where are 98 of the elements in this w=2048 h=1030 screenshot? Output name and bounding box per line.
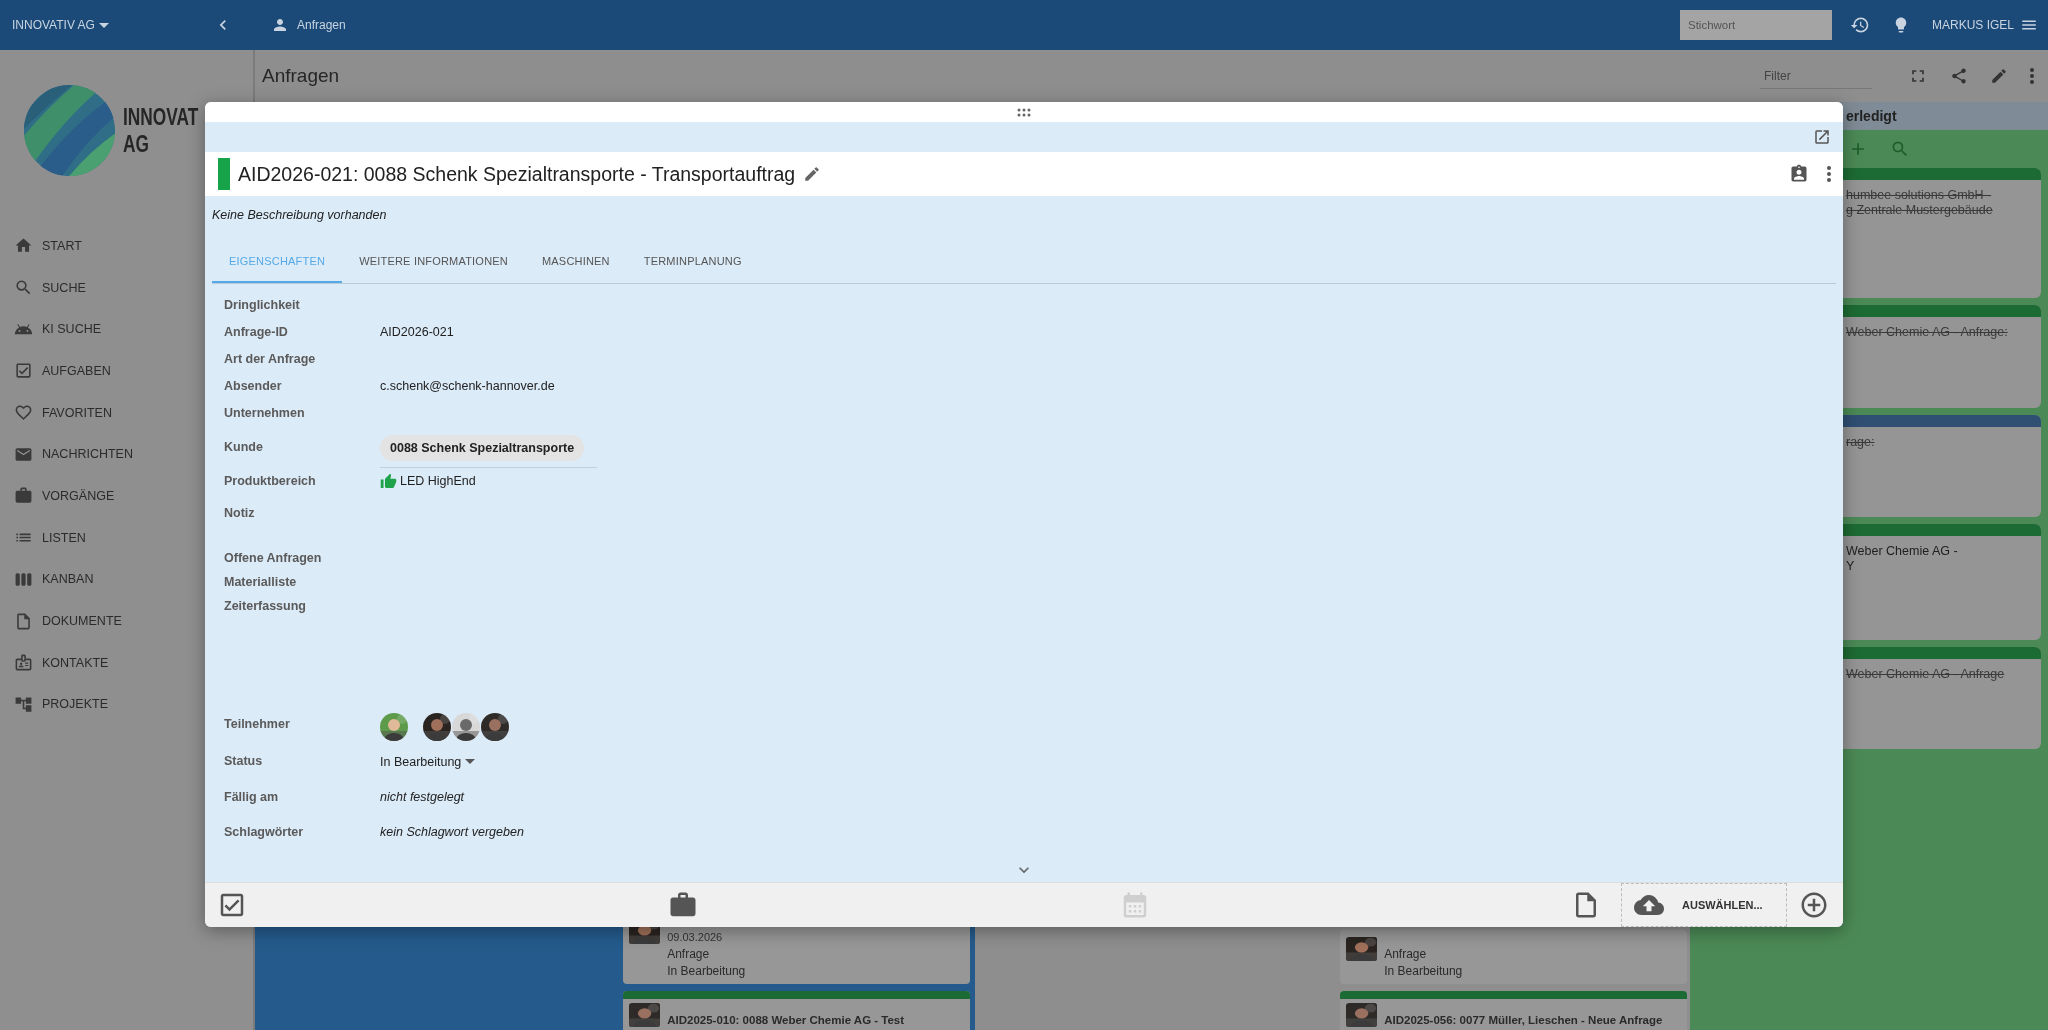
contact-clipboard-icon [1789, 164, 1809, 184]
field-label: Notiz [224, 505, 256, 522]
field-label: Teilnehmer [224, 716, 291, 733]
search-icon [1890, 139, 1910, 159]
nav-label: LISTEN [42, 530, 86, 545]
card-title: humbee solutions GmbH - [1846, 188, 1993, 203]
field-label: Produktbereich [224, 473, 317, 490]
search-field[interactable]: Stichwort [1679, 10, 1832, 40]
more-icon [2030, 68, 2034, 84]
open-new-window-button[interactable] [1813, 128, 1831, 146]
column-title: erledigt [1846, 108, 1897, 124]
contact-button[interactable] [1789, 164, 1809, 184]
kanban-card[interactable]: AID2025-056: 0077 Müller, Lieschen - Neue Anfrage [1340, 991, 1687, 1030]
caret-icon [465, 759, 476, 764]
external-link-icon [1813, 128, 1831, 146]
person-icon [271, 16, 289, 34]
nav-label: NACHRICHTEN [42, 447, 133, 462]
card-text: Anfrage [1384, 946, 1428, 963]
field-label: Dringlichkeit [224, 297, 301, 314]
card-text: 09.03.2026 [667, 930, 724, 945]
checkbox-icon [14, 361, 33, 381]
drag-handle-icon[interactable] [1017, 107, 1031, 117]
more-icon [1827, 166, 1831, 182]
field-label: Anfrage-ID [224, 324, 289, 341]
field-label: Offene Anfragen [224, 550, 323, 567]
field-value: LED HighEnd [400, 474, 476, 488]
nav-label: DOKUMENTE [42, 614, 122, 629]
field-label: Fällig am [224, 789, 280, 806]
nav-label: KANBAN [42, 572, 94, 587]
field-label: Absender [224, 378, 283, 395]
field-value: kein Schlagwort vergeben [380, 824, 524, 841]
card-text: In Bearbeitung [667, 963, 746, 980]
field-label: Kunde [224, 439, 264, 456]
card-title: Weber Chemie AG - Anfrage: [1846, 325, 2009, 340]
pencil-icon [1990, 67, 2008, 85]
tab[interactable]: WEITERE INFORMATIONEN [342, 240, 525, 283]
card-text: In Bearbeitung [1384, 963, 1463, 980]
status-select[interactable]: In Bearbeitung [380, 748, 476, 775]
field-label: Zeiterfassung [224, 598, 307, 615]
nav-label: VORGÄNGE [42, 488, 115, 503]
field-label: Materialliste [224, 574, 298, 591]
logo-icon [22, 82, 117, 178]
logo-text: AG [123, 130, 149, 157]
heart-icon [14, 403, 33, 423]
field-label: Art der Anfrage [224, 351, 317, 368]
field-value: nicht festgelegt [380, 789, 465, 806]
id-card-icon [14, 653, 33, 673]
card-title: AID2025-056: 0077 Müller, Lieschen - Neue Anfrage [1384, 1013, 1663, 1028]
card-title: Weber Chemie AG - [1846, 544, 1959, 559]
choose-file-button[interactable]: AUSWÄHLEN... [1682, 899, 1763, 911]
nav-label: FAVORITEN [42, 405, 112, 420]
more-button[interactable] [2030, 68, 2034, 84]
tree-icon [14, 694, 33, 714]
logo-text: INNOVAT [123, 103, 199, 130]
dialog-title: AID2026-021: 0088 Schenk Spezialtransporte - Transportauftrag [238, 162, 796, 186]
share-button[interactable] [1950, 67, 1968, 85]
edit-button[interactable] [1990, 67, 2008, 85]
kanban-card[interactable]: AID2025-010: 0088 Weber Chemie AG - Test [623, 991, 970, 1030]
company-switcher[interactable]: INNOVATIV AG [12, 18, 109, 32]
document-icon [14, 611, 33, 631]
nav-label: SUCHE [42, 280, 86, 295]
nav-label: AUFGABEN [42, 363, 111, 378]
nav-label: KONTAKTE [42, 655, 109, 670]
card-text: Anfrage [667, 946, 711, 963]
nav-item[interactable]: KONTAKTE [0, 641, 253, 684]
field-label: Unternehmen [224, 405, 306, 422]
card-title: rage: [1846, 435, 1876, 450]
nav-label: PROJEKTE [42, 697, 108, 712]
add-button[interactable] [1799, 890, 1829, 920]
briefcase-icon [14, 486, 33, 506]
user-menu[interactable]: MARKUS IGEL [1931, 16, 2038, 34]
nav-label: START [42, 238, 82, 253]
caret-icon [98, 22, 109, 28]
edit-button[interactable] [803, 165, 822, 183]
page-title: Anfragen [262, 65, 341, 87]
history-icon [1849, 15, 1870, 35]
description: Keine Beschreibung vorhanden [212, 207, 388, 224]
field-label: Status [224, 753, 264, 770]
pencil-icon [803, 165, 822, 183]
thumbs-up-icon [380, 472, 397, 490]
field-value: c.schenk@schenk-hannover.de [380, 378, 555, 395]
field-value: AID2026-021 [380, 324, 454, 341]
urgency-bar [218, 158, 230, 190]
filter-field[interactable]: Filter [1760, 63, 1872, 89]
history-button[interactable] [1849, 15, 1870, 35]
field-label: Schlagwörter [224, 824, 305, 841]
card-title: Y [1846, 559, 1856, 574]
tab[interactable]: TERMINPLANUNG [626, 240, 759, 283]
breadcrumb: Anfragen [297, 18, 346, 32]
nav-label: KI SUCHE [42, 322, 102, 337]
card-title: Weber Chemie AG - Anfrage [1846, 667, 2006, 682]
tab[interactable]: MASCHINEN [524, 240, 627, 283]
share-icon [1950, 67, 1968, 85]
more-button[interactable] [1827, 166, 1831, 182]
card-title: AID2025-010: 0088 Weber Chemie AG - Test [667, 1013, 905, 1028]
card-title: g Zentrale Mustergebäude [1846, 203, 1994, 218]
kanban-card[interactable]: Anfrage In Bearbeitung [1340, 930, 1687, 984]
customer-chip[interactable]: 0088 Schenk Spezialtransporte [380, 435, 585, 461]
